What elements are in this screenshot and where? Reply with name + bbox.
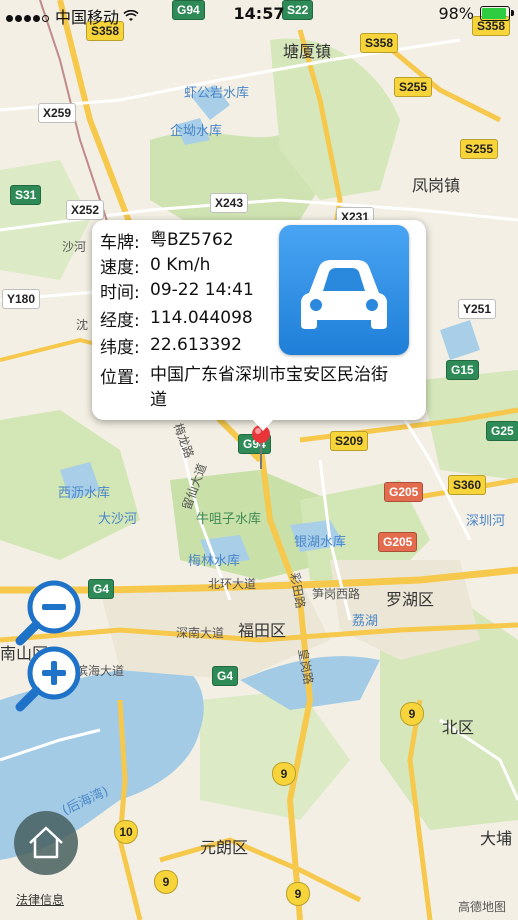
road-shield: X252 (66, 200, 105, 220)
place-label: 银湖水库 (294, 535, 347, 550)
legal-info-link[interactable]: 法律信息 (16, 891, 64, 908)
battery-percent: 98% (438, 4, 474, 23)
place-label: 福田区 (238, 621, 287, 640)
road-shield: 10 (114, 820, 138, 844)
road-shield: G205 (384, 482, 424, 502)
place-label: 大埔 (480, 829, 513, 848)
place-label: 牛咀子水库 (196, 512, 262, 527)
location-value: 中国广东省深圳市宝安区民治街道 (150, 365, 388, 410)
road-shield: G4 (88, 579, 115, 599)
status-bar: 中国移动 14:57 98% (0, 0, 518, 28)
place-label: 梅林水库 (188, 554, 241, 569)
road-shield: G4 (212, 666, 239, 686)
road-label: 沙河 (62, 240, 87, 254)
place-label: 荔湖 (352, 614, 379, 629)
road-label: 笋岗西路 (312, 587, 361, 601)
place-label: 西沥水库 (58, 486, 111, 501)
popup-tail (252, 419, 274, 431)
road-shield: S360 (448, 475, 487, 495)
info-key: 纬度: (100, 338, 140, 358)
road-label: 沈 (76, 318, 89, 332)
map-logo: 高德地图 (457, 900, 506, 914)
place-label: 凤岗镇 (412, 176, 461, 195)
status-right: 98% (438, 4, 514, 23)
zoom-in-button[interactable] (10, 640, 88, 718)
info-row-location: 位置: 中国广东省深圳市宝安区民治街道 (100, 363, 400, 413)
road-shield: X259 (38, 103, 77, 123)
road-shield: 9 (272, 762, 296, 786)
map-screen: 中国移动 14:57 98% 塘厦镇 凤岗镇 罗湖区 福田区 南山区 北区 元朗… (0, 0, 518, 920)
road-label: 北环大道 (208, 577, 257, 591)
battery-icon (480, 6, 514, 21)
road-label: 深南大道 (176, 626, 225, 640)
road-shield: G25 (486, 421, 518, 441)
road-shield: S31 (10, 185, 42, 205)
road-shield: S255 (394, 77, 433, 97)
home-icon (14, 826, 78, 879)
place-label: 大沙河 (98, 512, 138, 527)
road-shield: 9 (154, 870, 178, 894)
road-shield: G205 (378, 532, 418, 552)
place-label: 企坳水库 (170, 124, 223, 139)
info-key: 经度: (100, 311, 140, 331)
info-key: 车牌: (100, 233, 140, 253)
road-shield: Y251 (458, 299, 497, 319)
info-key: 速度: (100, 258, 140, 278)
info-key: 时间: (100, 283, 140, 303)
car-icon (279, 225, 409, 355)
home-button[interactable] (14, 811, 78, 875)
place-label: 虾公岩水库 (184, 86, 250, 101)
road-shield: Y180 (2, 289, 41, 309)
place-label: 元朗区 (200, 838, 249, 857)
road-shield: X243 (210, 193, 249, 213)
battery-fill (482, 8, 506, 19)
place-label: 罗湖区 (386, 590, 435, 609)
zoom-in-icon (10, 646, 88, 722)
place-label: 北区 (442, 718, 475, 737)
road-shield: G15 (446, 360, 479, 380)
vehicle-info-popup[interactable]: 车牌: 粤BZ5762 速度: 0 Km/h 时间: 09-22 14:41 经… (92, 220, 426, 431)
place-label: 深圳河 (466, 514, 506, 529)
info-key: 位置: (100, 368, 140, 388)
road-shield: S358 (360, 33, 399, 53)
place-label: 塘厦镇 (283, 42, 332, 61)
road-shield: S255 (460, 139, 499, 159)
road-shield: 9 (286, 882, 310, 906)
road-shield: 9 (400, 702, 424, 726)
road-shield: S209 (330, 431, 369, 451)
